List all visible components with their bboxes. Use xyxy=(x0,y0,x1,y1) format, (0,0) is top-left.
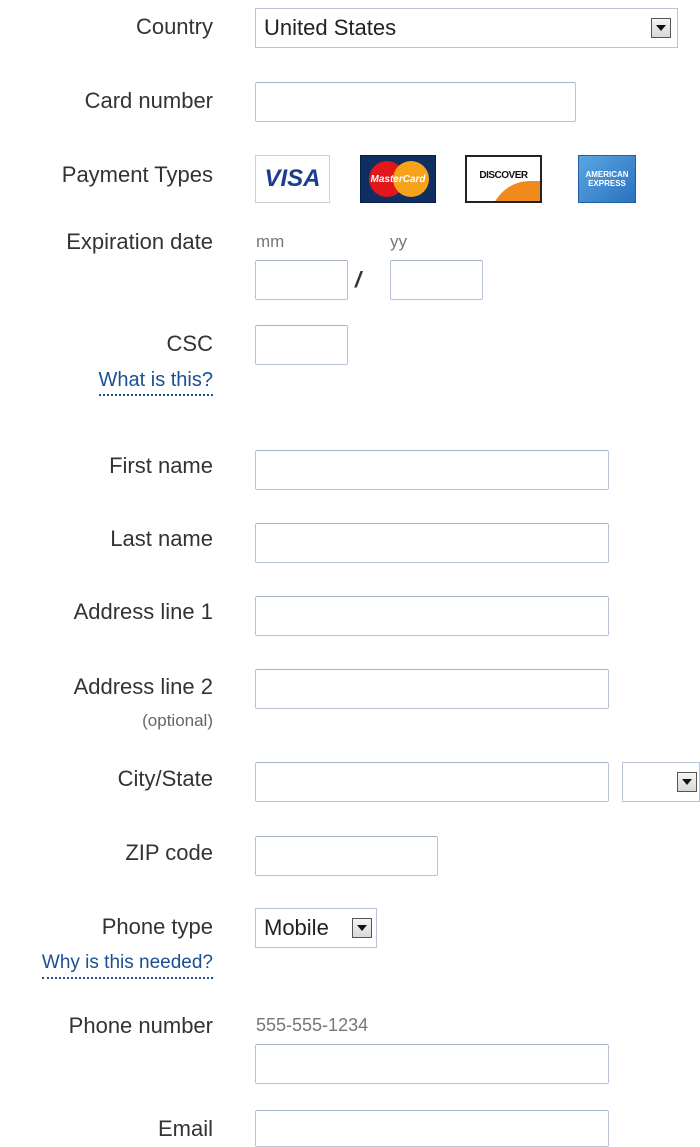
visa-card-icon: VISA xyxy=(255,155,330,203)
discover-logo-text: DISCOVER xyxy=(479,169,528,181)
zip-code-label: ZIP code xyxy=(125,840,213,865)
csc-label: CSC xyxy=(166,331,213,356)
expiration-date-label: Expiration date xyxy=(66,229,213,254)
csc-input[interactable] xyxy=(255,325,348,365)
first-name-input[interactable] xyxy=(255,450,609,490)
last-name-input[interactable] xyxy=(255,523,609,563)
payment-types-label: Payment Types xyxy=(61,162,213,187)
chevron-down-icon[interactable] xyxy=(651,18,671,38)
mastercard-card-icon: MasterCard xyxy=(360,155,436,203)
last-name-label: Last name xyxy=(110,526,213,551)
country-select[interactable]: United States xyxy=(255,8,678,48)
phone-number-label: Phone number xyxy=(68,1013,213,1038)
phone-number-hint: 555-555-1234 xyxy=(256,1015,369,1035)
address-line-1-input[interactable] xyxy=(255,596,609,636)
first-name-label: First name xyxy=(109,453,213,478)
expiration-separator: / xyxy=(355,267,362,292)
phone-type-label: Phone type xyxy=(101,914,213,939)
address-line-2-label: Address line 2 xyxy=(73,674,213,699)
address-line-2-input[interactable] xyxy=(255,669,609,709)
address-line-1-label: Address line 1 xyxy=(73,599,213,624)
phone-type-help-link[interactable]: Why is this needed? xyxy=(41,951,213,979)
city-state-label: City/State xyxy=(117,766,213,791)
mastercard-logo-text: MasterCard xyxy=(370,173,426,185)
country-selected-value: United States xyxy=(264,15,397,40)
amex-card-icon: AMERICAN EXPRESS xyxy=(578,155,636,203)
discover-orange-band xyxy=(490,181,540,201)
phone-number-input[interactable] xyxy=(255,1044,609,1084)
country-label: Country xyxy=(135,14,213,39)
discover-card-icon: DISCOVER xyxy=(465,155,542,203)
amex-logo-text: AMERICAN EXPRESS xyxy=(585,170,629,188)
chevron-down-icon[interactable] xyxy=(677,772,697,792)
expiration-year-input[interactable] xyxy=(390,260,483,300)
phone-type-selected-value: Mobile xyxy=(264,915,329,940)
csc-help-link[interactable]: What is this? xyxy=(98,368,213,396)
city-input[interactable] xyxy=(255,762,609,802)
state-select[interactable] xyxy=(622,762,700,802)
expiration-mm-hint: mm xyxy=(256,232,285,251)
zip-code-input[interactable] xyxy=(255,836,438,876)
expiration-yy-hint: yy xyxy=(390,232,407,251)
email-label: Email xyxy=(157,1116,213,1141)
address-line-2-optional-note: (optional) xyxy=(142,711,213,730)
card-number-label: Card number xyxy=(84,88,213,113)
visa-logo-text: VISA xyxy=(264,165,321,192)
phone-type-select[interactable]: Mobile xyxy=(255,908,377,948)
card-number-input[interactable] xyxy=(255,82,576,122)
chevron-down-icon[interactable] xyxy=(352,918,372,938)
expiration-month-input[interactable] xyxy=(255,260,348,300)
email-input[interactable] xyxy=(255,1110,609,1147)
